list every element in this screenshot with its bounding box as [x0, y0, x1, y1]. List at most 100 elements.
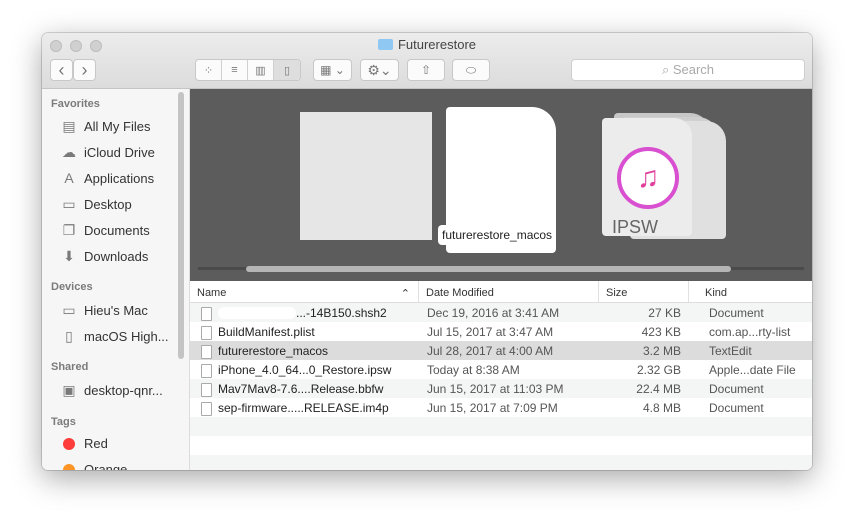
column-size[interactable]: Size — [599, 281, 689, 302]
file-list: Name ⌃ Date Modified Size Kind ...-14B150… — [190, 281, 812, 470]
sidebar-item-mac[interactable]: ▭ Hieu's Mac — [60, 302, 148, 319]
shared-header: Shared — [51, 361, 89, 373]
file-size: 2.32 GB — [636, 362, 681, 377]
selected-file-label: futurerestore_macos — [438, 225, 557, 245]
file-icon — [201, 382, 212, 397]
table-row[interactable]: sep-firmware.....RELEASE.im4p Jun 15, 201… — [190, 398, 812, 417]
disk-icon: ▯ — [65, 328, 73, 344]
documents-icon: ❐ — [62, 222, 76, 238]
file-icon — [201, 363, 212, 378]
sidebar-item-label: Hieu's Mac — [84, 303, 148, 318]
table-row[interactable]: Mav7Mav8-7.6....Release.bbfw Jun 15, 2017… — [190, 379, 812, 398]
sidebar-item-desktop[interactable]: ▭ Desktop — [60, 196, 132, 213]
sidebar-item-label: iCloud Drive — [84, 145, 155, 160]
sidebar-item-label: Desktop — [84, 197, 132, 212]
sidebar: Favorites ▤ All My Files ☁ iCloud Drive AA… — [42, 89, 190, 470]
table-row[interactable]: iPhone_4.0_64...0_Restore.ipsw Today at 8… — [190, 360, 812, 379]
column-name[interactable]: Name ⌃ — [190, 281, 419, 302]
file-date: Dec 19, 2016 at 3:41 AM — [427, 305, 560, 320]
file-size: 27 KB — [648, 305, 681, 320]
gear-icon: ⚙⌄ — [367, 61, 392, 78]
file-name-text: iPhone_4.0_64...0_Restore.ipsw — [218, 362, 392, 377]
applications-icon: A — [64, 170, 74, 186]
list-view-icon[interactable]: ≡ — [222, 60, 248, 80]
table-row[interactable]: ...-14B150.shsh2 Dec 19, 2016 at 3:41 AM 2… — [190, 303, 812, 322]
action-button[interactable]: ⚙⌄ — [360, 59, 399, 81]
computer-icon: ▭ — [62, 302, 76, 318]
arrange-button[interactable]: ▦ ⌄ — [313, 59, 352, 81]
download-icon: ⬇ — [63, 248, 75, 264]
file-name: Mav7Mav8-7.6....Release.bbfw — [190, 381, 419, 397]
sidebar-item-label: macOS High... — [84, 329, 169, 344]
forward-button[interactable]: › — [73, 59, 96, 81]
sidebar-item-documents[interactable]: ❐ Documents — [60, 222, 150, 239]
ipsw-file-icon: ♫ IPSW — [602, 118, 726, 239]
finder-window: Futurerestore ‹ › ⁘ ≡ ▥ ▯ ▦ ⌄ ⚙⌄ ⇧ ⬭ ⌕ Sear… — [42, 33, 812, 470]
sidebar-item-shared[interactable]: ▣ desktop-qnr... — [60, 382, 163, 399]
sidebar-item-label: desktop-qnr... — [84, 383, 163, 398]
sidebar-item-applications[interactable]: A Applications — [60, 170, 154, 186]
empty-row — [190, 455, 812, 470]
file-kind: TextEdit — [709, 343, 752, 358]
file-icon — [201, 401, 212, 416]
file-date: Jun 15, 2017 at 7:09 PM — [427, 400, 558, 415]
redacted-text — [218, 307, 296, 320]
favorites-header: Favorites — [51, 98, 100, 110]
sidebar-tag-orange[interactable]: Orange — [60, 462, 127, 470]
file-icon — [201, 325, 212, 340]
file-kind: Document — [709, 305, 764, 320]
column-view-icon[interactable]: ▥ — [248, 60, 274, 80]
orange-tag-icon — [63, 463, 75, 470]
icon-view-icon[interactable]: ⁘ — [196, 60, 222, 80]
file-date: Jul 15, 2017 at 3:47 AM — [427, 324, 554, 339]
title-text: Futurerestore — [397, 37, 477, 52]
folder-icon — [377, 39, 393, 50]
table-row[interactable]: BuildManifest.plist Jul 15, 2017 at 3:47 … — [190, 322, 812, 341]
ipsw-label: IPSW — [612, 217, 659, 237]
file-date: Jul 28, 2017 at 4:00 AM — [427, 343, 554, 358]
search-input[interactable]: ⌕ Search — [571, 59, 805, 81]
share-button[interactable]: ⇧ — [407, 59, 445, 81]
coverflow-area[interactable]: futurerestore_macos ♫ IPSW — [190, 89, 812, 281]
devices-header: Devices — [51, 281, 93, 293]
file-size: 3.2 MB — [642, 343, 681, 358]
tag-icon: ⬭ — [465, 62, 477, 77]
tags-header: Tags — [51, 416, 76, 428]
red-tag-icon — [63, 437, 75, 450]
view-mode-control: ⁘ ≡ ▥ ▯ — [195, 59, 301, 81]
coverflow-view-icon[interactable]: ▯ — [274, 60, 300, 80]
sidebar-item-disk[interactable]: ▯ macOS High... — [60, 328, 169, 345]
sidebar-item-all-my-files[interactable]: ▤ All My Files — [60, 118, 150, 135]
file-date: Today at 8:38 AM — [427, 362, 520, 377]
file-kind: com.ap...rty-list — [709, 324, 791, 339]
sidebar-tag-red[interactable]: Red — [60, 436, 108, 451]
file-name: iPhone_4.0_64...0_Restore.ipsw — [190, 362, 419, 378]
table-row[interactable]: futurerestore_macos Jul 28, 2017 at 4:00 … — [190, 341, 812, 360]
sidebar-item-downloads[interactable]: ⬇ Downloads — [60, 248, 148, 265]
sidebar-item-label: Downloads — [84, 249, 149, 264]
document-preview-thumbnail — [300, 112, 432, 240]
window-title: Futurerestore — [42, 37, 812, 52]
file-name: futurerestore_macos — [190, 344, 419, 359]
sidebar-item-label: Documents — [84, 223, 150, 238]
coverflow-scrollbar[interactable] — [246, 266, 731, 272]
column-date[interactable]: Date Modified — [419, 281, 599, 302]
file-name: BuildManifest.plist — [190, 324, 419, 340]
column-kind[interactable]: Kind — [689, 281, 734, 302]
file-icon — [201, 344, 212, 359]
music-note-icon: ♫ — [617, 147, 679, 209]
sidebar-scrollbar[interactable] — [178, 92, 184, 359]
sidebar-item-icloud-drive[interactable]: ☁ iCloud Drive — [60, 144, 155, 161]
file-icon — [201, 306, 212, 321]
file-name-text: sep-firmware.....RELEASE.im4p — [218, 400, 389, 415]
arrange-icon: ▦ ⌄ — [320, 63, 345, 77]
cloud-icon: ☁ — [62, 144, 76, 160]
file-size: 4.8 MB — [642, 400, 681, 415]
sidebar-item-label: All My Files — [84, 119, 151, 134]
tags-button[interactable]: ⬭ — [452, 59, 490, 81]
file-kind: Document — [709, 381, 764, 396]
file-name-text: BuildManifest.plist — [218, 324, 315, 339]
sidebar-item-label: Orange — [84, 462, 128, 470]
file-name-text: Mav7Mav8-7.6....Release.bbfw — [218, 381, 384, 396]
back-button[interactable]: ‹ — [50, 59, 73, 81]
